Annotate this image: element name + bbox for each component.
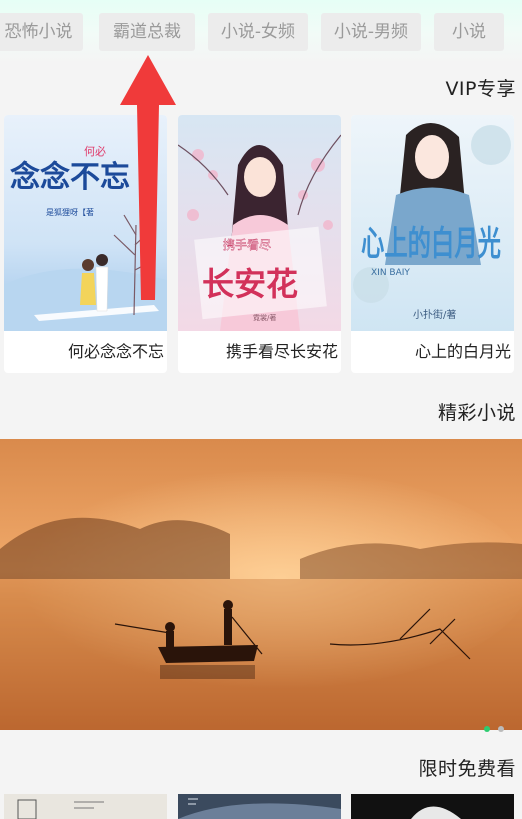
cover-author: 是狐狸呀【著	[46, 207, 94, 217]
book-cover[interactable]: 心上的白月光 XIN BAIY 小扑街/著	[351, 115, 514, 331]
cover-latin: XIN BAIY	[371, 268, 410, 278]
tab-female-novels[interactable]: 小说-女频	[208, 13, 308, 51]
book-cover[interactable]: 携手看尽 长安花 霓裳/著	[178, 115, 341, 331]
featured-banner[interactable]	[0, 439, 522, 730]
free-book-cover[interactable]	[4, 794, 167, 819]
section-title-vip: VIP专享	[445, 78, 516, 100]
pagination-dot[interactable]	[498, 726, 504, 732]
tab-horror[interactable]: 恐怖小说	[0, 13, 83, 51]
book-card[interactable]: 携手看尽 长安花 霓裳/著 携手看尽长安花	[178, 115, 341, 373]
tab-male-novels[interactable]: 小说-男频	[321, 13, 421, 51]
cover-prefix: 何必	[84, 145, 106, 158]
cover-title: 念念不忘	[10, 160, 130, 195]
cover-title: 长安花	[202, 265, 298, 303]
tab-ceo-romance[interactable]: 霸道总裁	[99, 13, 195, 51]
cover-prefix: 携手看尽	[223, 237, 271, 252]
cover-author: 霓裳/著	[253, 313, 276, 322]
red-up-arrow-icon	[120, 55, 176, 300]
cover-author: 小扑街/著	[413, 308, 456, 321]
banner-pagination	[481, 717, 504, 736]
free-book-cover[interactable]	[178, 794, 341, 819]
section-title-featured: 精彩小说	[437, 402, 516, 424]
book-title[interactable]: 何必念念不忘	[4, 331, 164, 373]
category-tabs: 恐怖小说 霸道总裁 小说-女频 小说-男频 小说	[0, 13, 522, 51]
book-card[interactable]: 心上的白月光 XIN BAIY 小扑街/著 心上的白月光	[351, 115, 514, 373]
section-title-free: 限时免费看	[418, 758, 516, 780]
book-title[interactable]: 心上的白月光	[351, 331, 511, 373]
book-title[interactable]: 携手看尽长安花	[178, 331, 338, 373]
pagination-dot-active[interactable]	[483, 726, 490, 732]
free-book-cover[interactable]	[351, 794, 514, 819]
tab-novels[interactable]: 小说	[434, 13, 504, 51]
cover-title: 心上的白月光	[361, 224, 501, 264]
